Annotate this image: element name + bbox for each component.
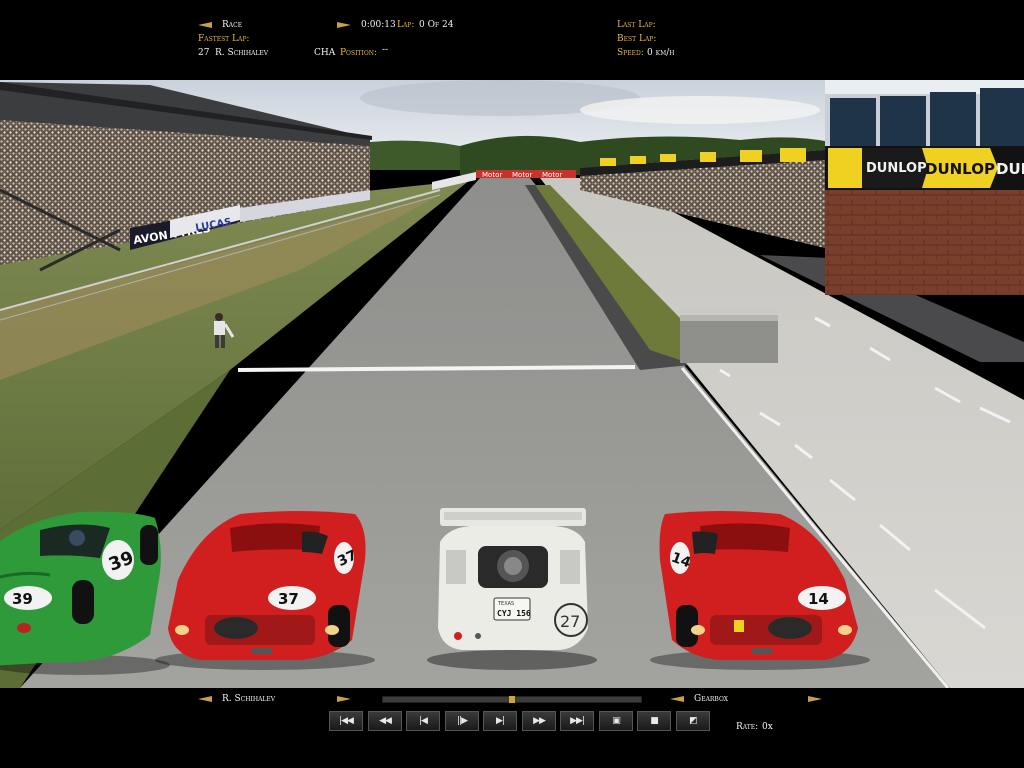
- lap-label: Lap:: [397, 20, 415, 30]
- banner-motor-2: Motor: [512, 171, 532, 179]
- camera-icon: ▣: [612, 716, 620, 726]
- exit-icon: ◩: [689, 716, 697, 726]
- car-39-number-rear: 39: [12, 590, 33, 608]
- position-value: --: [382, 45, 389, 55]
- speed-value: 0 km/h: [647, 48, 675, 58]
- step-back-button[interactable]: |◀: [406, 711, 440, 731]
- fastest-lap-label: Fastest Lap:: [198, 34, 250, 44]
- lap-value: 0 Of 24: [419, 20, 454, 30]
- race-arrow-icon: [198, 22, 212, 28]
- banner-motor-3: Motor: [542, 171, 562, 179]
- rate-label: Rate:: [736, 722, 759, 732]
- skip-to-start-icon: |◀◀: [339, 716, 354, 726]
- exit-button[interactable]: ◩: [676, 711, 710, 731]
- driver-name: R. Schihalev: [222, 694, 276, 704]
- rewind-icon: ◀◀: [379, 716, 392, 726]
- position-label: Position:: [340, 48, 378, 58]
- skip-to-end-icon: ▶▶|: [570, 716, 585, 726]
- fastest-driver-name: R. Schihalev: [215, 48, 269, 58]
- stop-button[interactable]: ■: [637, 711, 671, 731]
- prev-driver-button[interactable]: [198, 696, 212, 702]
- best-lap-label: Best Lap:: [617, 34, 657, 44]
- plate-number: CYJ 156: [497, 609, 531, 618]
- step-forward-button[interactable]: ▶|: [483, 711, 517, 731]
- last-lap-label: Last Lap:: [617, 20, 656, 30]
- banner-dunlop-3: DUNLOP: [996, 160, 1024, 178]
- camera-name: Gearbox: [694, 694, 729, 704]
- stop-icon: ■: [650, 716, 658, 726]
- speed-label: Speed:: [617, 48, 644, 58]
- pause-icon: ||▶: [457, 716, 468, 726]
- race-scene: AVON TYRES LUCAS Motor Motor Motor DUNLO…: [0, 80, 1024, 688]
- race-time: 0:00:13: [361, 20, 396, 30]
- next-camera-button[interactable]: [808, 696, 822, 702]
- plate-state: TEXAS: [497, 601, 514, 607]
- session-arrow-icon: [337, 22, 351, 28]
- top-hud: Race 0:00:13 Lap: 0 Of 24 Fastest Lap: 2…: [0, 0, 1024, 80]
- car-27-number: 27: [560, 612, 580, 631]
- camera-button[interactable]: ▣: [599, 711, 633, 731]
- rate-value: 0x: [762, 722, 773, 732]
- skip-to-start-button[interactable]: |◀◀: [329, 711, 363, 731]
- prev-camera-button[interactable]: [670, 696, 684, 702]
- banner-motor-1: Motor: [482, 171, 502, 179]
- fastest-driver-number: 27: [198, 48, 210, 58]
- banner-dunlop-1: DUNLOP: [866, 161, 927, 176]
- fast-forward-button[interactable]: ▶▶: [522, 711, 556, 731]
- replay-progress-thumb[interactable]: [509, 696, 515, 703]
- step-back-icon: |◀: [419, 716, 428, 726]
- race-label: Race: [222, 20, 243, 30]
- banner-dunlop-2: DUNLOP: [925, 160, 995, 178]
- rewind-button[interactable]: ◀◀: [368, 711, 402, 731]
- replay-progress-bar[interactable]: [382, 696, 642, 703]
- car-27: TEXAS CYJ 156 27: [427, 508, 597, 670]
- car-14-number-rear: 14: [808, 590, 829, 608]
- pause-button[interactable]: ||▶: [445, 711, 479, 731]
- track-view: AVON TYRES LUCAS Motor Motor Motor DUNLO…: [0, 80, 1024, 688]
- next-driver-button[interactable]: [337, 696, 351, 702]
- team-code: CHA: [314, 48, 336, 58]
- step-forward-icon: ▶|: [496, 716, 505, 726]
- skip-to-end-button[interactable]: ▶▶|: [560, 711, 594, 731]
- car-37-number-rear: 37: [278, 590, 299, 608]
- fast-forward-icon: ▶▶: [533, 716, 546, 726]
